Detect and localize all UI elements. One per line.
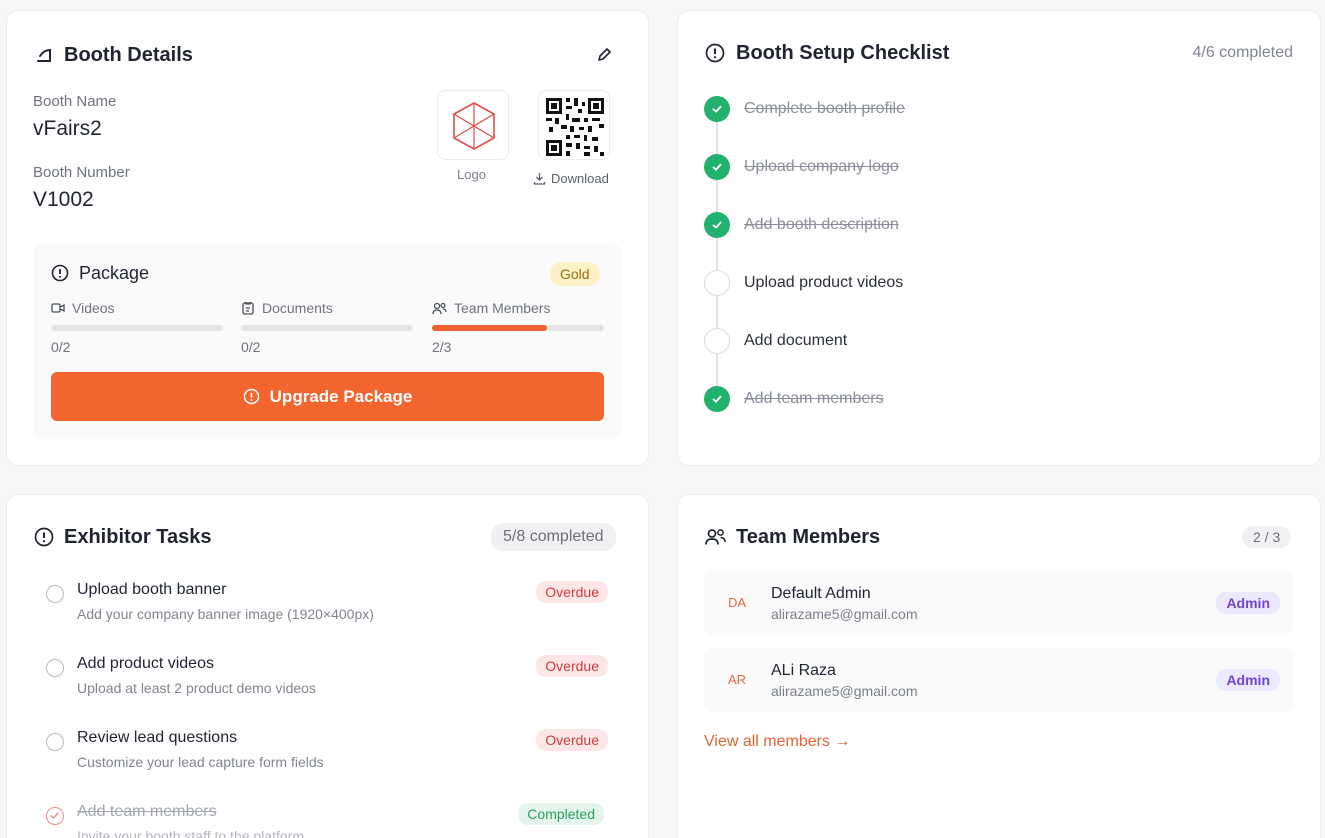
task-done-icon[interactable] — [46, 807, 64, 825]
team-count-badge: 2 / 3 — [1242, 526, 1292, 548]
alert-circle-icon — [705, 43, 725, 68]
booth-icon — [35, 46, 53, 69]
download-link[interactable]: Download — [533, 171, 609, 186]
member-role-badge: Admin — [1216, 592, 1280, 614]
checklist-item[interactable]: Add booth description — [704, 212, 899, 238]
video-icon — [51, 303, 65, 313]
task-title: Review lead questions — [77, 729, 238, 746]
team-title: Team Members — [736, 526, 881, 548]
team-member-row[interactable]: DA Default Admin alirazame5@gmail.com Admin — [704, 571, 1293, 635]
check-done-icon — [704, 212, 730, 238]
task-item[interactable]: Upload booth banner Add your company bann… — [46, 581, 616, 631]
task-status-badge: Overdue — [536, 581, 608, 603]
team-members-label: Team Members — [454, 300, 551, 316]
task-item[interactable]: Add product videos Upload at least 2 prod… — [46, 655, 616, 705]
package-tier-badge: Gold — [550, 262, 600, 286]
documents-progress-bar — [241, 325, 413, 331]
checklist-item-label: Upload company logo — [744, 158, 899, 175]
qr-code-image — [545, 97, 605, 157]
checklist-item-label: Upload product videos — [744, 274, 904, 291]
member-role-badge: Admin — [1216, 669, 1280, 691]
task-description: Invite your booth staff to the platform — [77, 828, 304, 838]
company-logo-image — [453, 102, 495, 150]
checklist-item-label: Add team members — [744, 390, 884, 407]
users-icon — [432, 302, 447, 314]
checklist-item[interactable]: Add document — [704, 328, 847, 354]
task-item[interactable]: Review lead questions Customize your lead… — [46, 729, 616, 779]
task-status-badge: Overdue — [536, 729, 608, 751]
task-status-badge: Completed — [518, 803, 604, 825]
task-title: Add team members — [77, 803, 217, 820]
logo-label: Logo — [457, 167, 486, 182]
view-all-members-link[interactable]: View all members → — [704, 733, 850, 751]
check-pending-icon — [704, 328, 730, 354]
document-icon — [242, 302, 254, 315]
checklist-item[interactable]: Complete booth profile — [704, 96, 905, 122]
check-done-icon — [704, 386, 730, 412]
checklist-progress: 4/6 completed — [1192, 44, 1293, 61]
alert-circle-icon — [34, 527, 54, 552]
upgrade-package-label: Upgrade Package — [269, 386, 413, 406]
videos-value: 0/2 — [51, 339, 71, 355]
task-description: Add your company banner image (1920×400p… — [77, 606, 374, 622]
package-title: Package — [79, 263, 150, 283]
booth-number-value: V1002 — [33, 188, 94, 211]
booth-name-label: Booth Name — [33, 93, 117, 110]
logo-tile[interactable] — [437, 90, 509, 160]
member-name: Default Admin — [771, 585, 871, 602]
alert-circle-icon — [51, 264, 69, 287]
task-checkbox[interactable] — [46, 733, 64, 751]
tasks-progress-badge: 5/8 completed — [491, 523, 616, 551]
check-pending-icon — [704, 270, 730, 296]
team-members-progress-fill — [432, 325, 547, 331]
documents-stat: Documents — [241, 300, 333, 316]
qr-code-tile[interactable] — [538, 90, 610, 160]
member-email: alirazame5@gmail.com — [771, 606, 918, 622]
task-checkbox[interactable] — [46, 659, 64, 677]
task-description: Upload at least 2 product demo videos — [77, 680, 316, 696]
tasks-title: Exhibitor Tasks — [64, 526, 212, 548]
task-title: Upload booth banner — [77, 581, 227, 598]
checklist-item[interactable]: Add team members — [704, 386, 884, 412]
download-label: Download — [551, 171, 609, 186]
alert-circle-icon — [243, 388, 259, 405]
documents-label: Documents — [262, 300, 333, 316]
users-icon — [705, 528, 726, 551]
avatar: AR — [728, 672, 747, 687]
member-name: ALi Raza — [771, 662, 836, 679]
download-icon — [533, 173, 546, 185]
checklist-item[interactable]: Upload product videos — [704, 270, 903, 296]
team-members-progress-bar — [432, 325, 604, 331]
team-member-row[interactable]: AR ALi Raza alirazame5@gmail.com Admin — [704, 648, 1293, 712]
booth-details-title: Booth Details — [64, 44, 193, 66]
edit-icon[interactable] — [595, 46, 613, 69]
task-checkbox[interactable] — [46, 585, 64, 603]
checklist-item-label: Add booth description — [744, 216, 899, 233]
checklist-item-label: Complete booth profile — [744, 100, 905, 117]
videos-stat: Videos — [51, 300, 115, 316]
member-email: alirazame5@gmail.com — [771, 683, 918, 699]
team-members-value: 2/3 — [432, 339, 452, 355]
check-done-icon — [704, 154, 730, 180]
checklist-title: Booth Setup Checklist — [736, 42, 950, 64]
videos-label: Videos — [72, 300, 115, 316]
task-title: Add product videos — [77, 655, 214, 672]
checklist-item-label: Add document — [744, 332, 848, 349]
check-done-icon — [704, 96, 730, 122]
documents-value: 0/2 — [241, 339, 261, 355]
checklist-item[interactable]: Upload company logo — [704, 154, 899, 180]
task-description: Customize your lead capture form fields — [77, 754, 324, 770]
upgrade-package-button[interactable]: Upgrade Package — [51, 372, 604, 421]
avatar: DA — [728, 595, 747, 610]
videos-progress-bar — [51, 325, 223, 331]
task-item[interactable]: Add team members Invite your booth staff … — [46, 803, 616, 838]
booth-name-value: vFairs2 — [33, 117, 102, 140]
booth-number-label: Booth Number — [33, 164, 130, 181]
team-members-stat: Team Members — [432, 300, 550, 316]
task-status-badge: Overdue — [536, 655, 608, 677]
